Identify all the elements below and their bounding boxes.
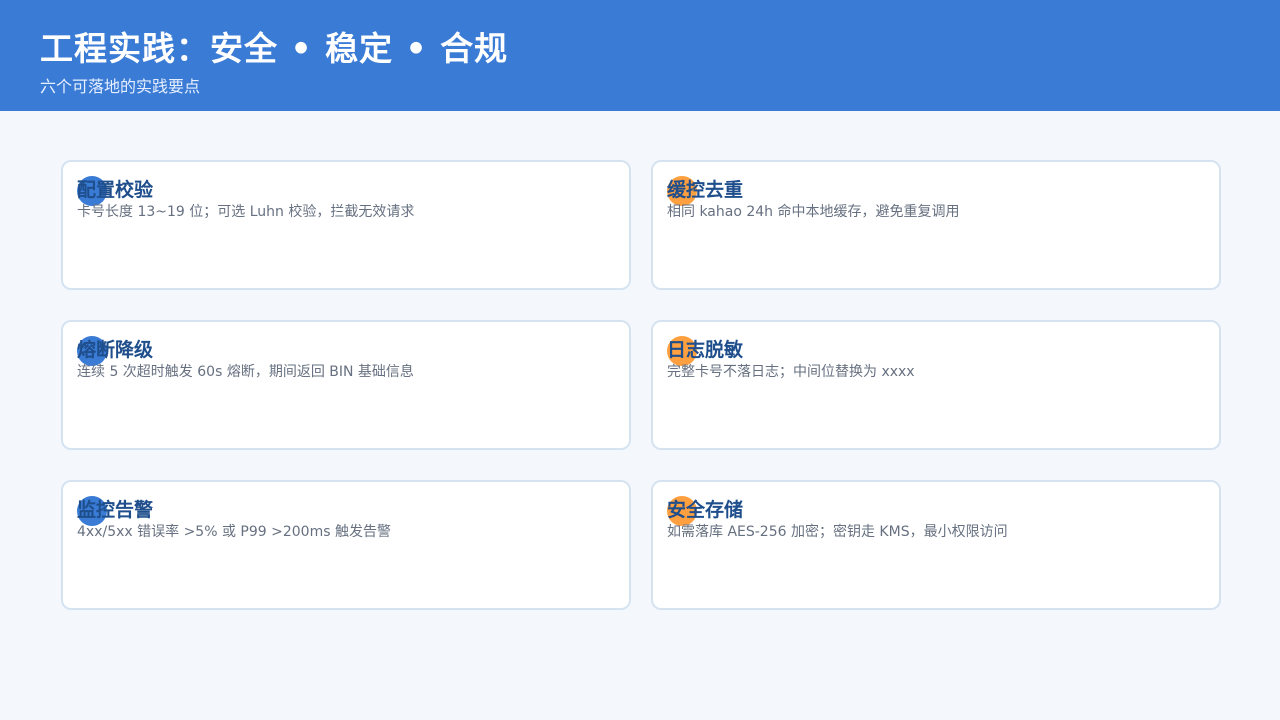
practice-card: 配置校验 卡号长度 13~19 位；可选 Luhn 校验，拦截无效请求 <box>61 160 631 290</box>
card-description: 完整卡号不落日志；中间位替换为 xxxx <box>667 364 915 380</box>
practice-card: 安全存储 如需落库 AES-256 加密；密钥走 KMS，最小权限访问 <box>651 480 1221 610</box>
header-banner: 工程实践：安全 • 稳定 • 合规 六个可落地的实践要点 <box>0 0 1280 111</box>
practice-card: 监控告警 4xx/5xx 错误率 >5% 或 P99 >200ms 触发告警 <box>61 480 631 610</box>
card-title: 日志脱敏 <box>667 339 744 361</box>
practice-card: 日志脱敏 完整卡号不落日志；中间位替换为 xxxx <box>651 320 1221 450</box>
card-title: 配置校验 <box>77 179 154 201</box>
card-description: 4xx/5xx 错误率 >5% 或 P99 >200ms 触发告警 <box>77 524 391 540</box>
card-description: 连续 5 次超时触发 60s 熔断，期间返回 BIN 基础信息 <box>77 364 414 380</box>
card-title: 缓控去重 <box>667 179 744 201</box>
card-description: 卡号长度 13~19 位；可选 Luhn 校验，拦截无效请求 <box>77 204 415 220</box>
card-title: 安全存储 <box>667 499 744 521</box>
page-subtitle: 六个可落地的实践要点 <box>40 77 201 96</box>
practice-card: 熔断降级 连续 5 次超时触发 60s 熔断，期间返回 BIN 基础信息 <box>61 320 631 450</box>
card-description: 如需落库 AES-256 加密；密钥走 KMS，最小权限访问 <box>667 524 1008 540</box>
page-title: 工程实践：安全 • 稳定 • 合规 <box>40 29 509 68</box>
practice-card: 缓控去重 相同 kahao 24h 命中本地缓存，避免重复调用 <box>651 160 1221 290</box>
card-title: 熔断降级 <box>77 339 154 361</box>
card-description: 相同 kahao 24h 命中本地缓存，避免重复调用 <box>667 204 960 220</box>
card-title: 监控告警 <box>77 499 154 521</box>
